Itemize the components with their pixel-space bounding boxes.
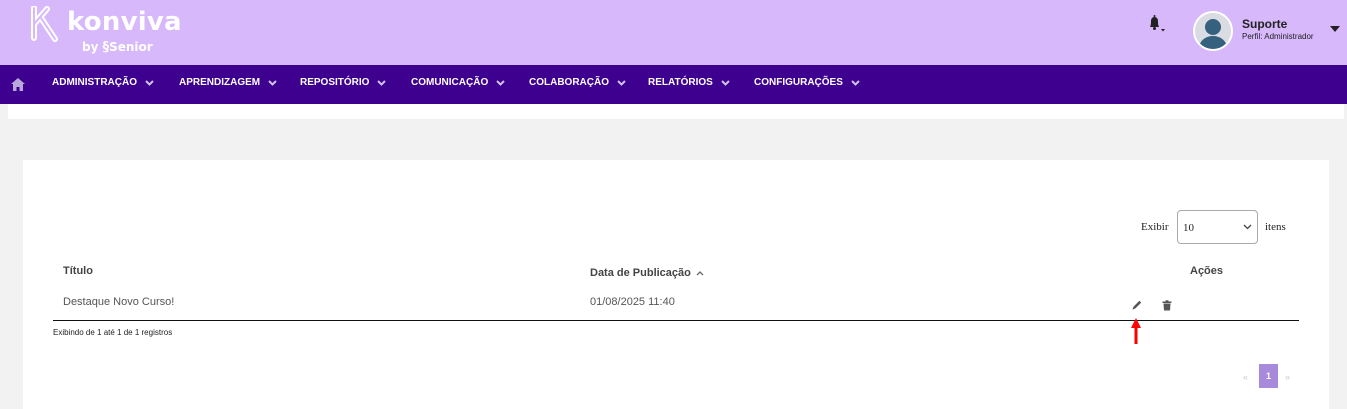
nav-aprendizagem[interactable]: APRENDIZAGEM — [179, 77, 277, 88]
nav-label: APRENDIZAGEM — [179, 77, 261, 88]
konviva-logo-mark-icon — [31, 6, 58, 42]
nav-label: REPOSITÓRIO — [300, 77, 370, 88]
page-size-value: 10 — [1183, 222, 1194, 234]
user-silhouette-icon — [1195, 13, 1231, 49]
nav-label: COLABORAÇÃO — [529, 77, 609, 88]
user-role: Perfil: Administrador — [1242, 32, 1314, 41]
trash-icon — [1162, 300, 1172, 311]
delete-button[interactable] — [1162, 298, 1172, 311]
pagination-current-page[interactable]: 1 — [1259, 364, 1278, 388]
chevron-down-icon — [721, 79, 730, 86]
notifications-button[interactable] — [1144, 14, 1168, 34]
main-navigation: ADMINISTRAÇÃO APRENDIZAGEM REPOSITÓRIO C… — [0, 65, 1347, 104]
chevron-down-icon — [377, 79, 387, 86]
nav-configuracoes[interactable]: CONFIGURAÇÕES — [754, 77, 860, 88]
chevron-down-icon — [851, 79, 860, 86]
bell-icon — [1150, 15, 1165, 32]
user-name: Suporte — [1242, 17, 1288, 31]
nav-comunicacao[interactable]: COMUNICAÇÃO — [411, 77, 505, 88]
brand-company: Senior — [109, 40, 153, 54]
table-row-divider — [53, 320, 1299, 321]
chevron-down-icon — [496, 79, 505, 86]
content-panel — [23, 160, 1329, 409]
red-arrow-annotation-icon — [1131, 318, 1141, 344]
pagination-last[interactable]: » — [1285, 372, 1290, 382]
nav-relatorios[interactable]: RELATÓRIOS — [648, 77, 730, 88]
nav-repositorio[interactable]: REPOSITÓRIO — [300, 77, 387, 88]
column-header-label: Data de Publicação — [590, 267, 691, 279]
chevron-down-icon — [145, 79, 154, 86]
column-header-data-publicacao[interactable]: Data de Publicação — [590, 267, 704, 279]
page-size-select[interactable]: 10 — [1177, 210, 1258, 244]
page-size-unit-label: itens — [1265, 221, 1286, 233]
page-size-label: Exibir — [1141, 221, 1169, 233]
nav-label: ADMINISTRAÇÃO — [52, 77, 137, 88]
nav-label: RELATÓRIOS — [648, 77, 713, 88]
sort-ascending-icon — [696, 270, 704, 275]
nav-administracao[interactable]: ADMINISTRAÇÃO — [52, 77, 154, 88]
chevron-down-icon — [268, 79, 277, 86]
content-header-strip — [8, 104, 1344, 119]
row-publication-date: 01/08/2025 11:40 — [590, 296, 675, 308]
nav-colaboracao[interactable]: COLABORAÇÃO — [529, 77, 626, 88]
pencil-icon — [1132, 300, 1142, 310]
edit-button[interactable] — [1131, 298, 1143, 310]
chevron-down-icon — [1243, 224, 1252, 230]
pagination-first[interactable]: « — [1243, 372, 1248, 382]
nav-label: CONFIGURAÇÕES — [754, 77, 843, 88]
table-info: Exibindo de 1 até 1 de 1 registros — [53, 328, 173, 337]
user-menu-caret-icon[interactable] — [1330, 26, 1340, 33]
top-header: konviva by §Senior Suporte Perfil: Admin… — [0, 0, 1347, 65]
brand-name: konviva — [67, 7, 182, 37]
brand-byline: by §Senior — [82, 40, 153, 55]
chevron-down-icon — [617, 79, 626, 86]
brand-by: by — [82, 40, 99, 54]
column-header-titulo[interactable]: Título — [63, 265, 93, 277]
user-avatar[interactable] — [1193, 11, 1233, 51]
nav-label: COMUNICAÇÃO — [411, 77, 489, 88]
home-icon[interactable] — [11, 78, 25, 91]
konviva-logo[interactable]: konviva by §Senior — [30, 4, 182, 62]
column-header-acoes: Ações — [1190, 265, 1224, 277]
row-title: Destaque Novo Curso! — [63, 296, 175, 308]
